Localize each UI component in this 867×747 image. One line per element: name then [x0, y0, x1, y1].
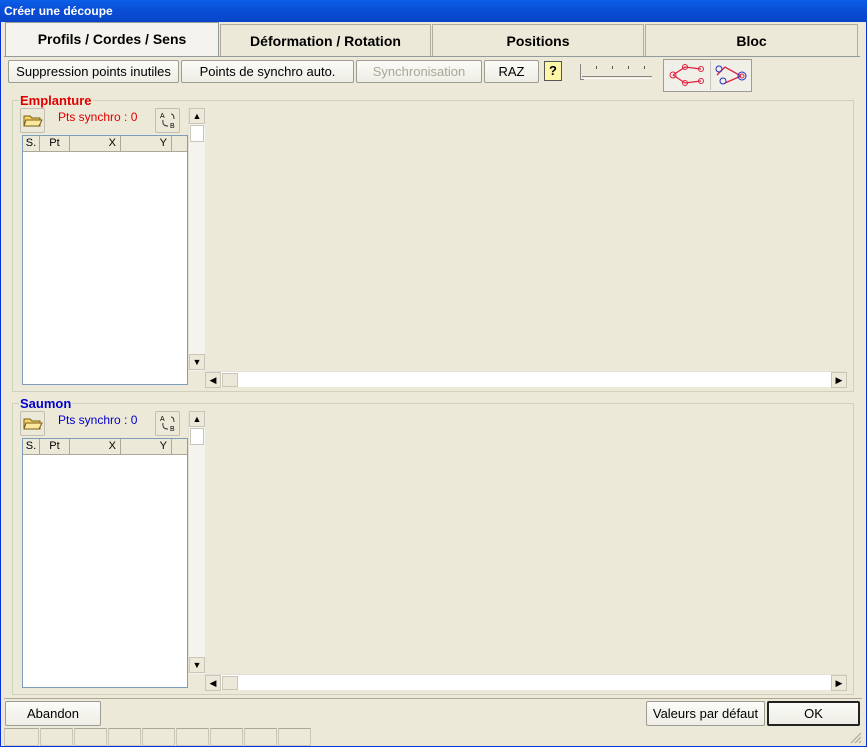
column-header-pt[interactable]: Pt	[40, 136, 70, 152]
split-profile-icon[interactable]	[665, 61, 709, 90]
sync-button[interactable]: Synchronisation	[356, 60, 482, 83]
tab-deformation[interactable]: Déformation / Rotation	[220, 24, 431, 57]
svg-text:A: A	[160, 416, 165, 423]
scroll-left-button[interactable]: ◀	[205, 675, 221, 691]
emplanture-profile-canvas[interactable]	[205, 108, 850, 370]
status-cell	[4, 728, 39, 746]
scroll-thumb[interactable]	[222, 373, 238, 387]
emplanture-title: Emplanture	[19, 93, 93, 108]
profile-icon-group	[663, 59, 752, 92]
slider-thumb[interactable]	[580, 64, 584, 80]
scroll-up-button[interactable]: ▲	[189, 108, 205, 124]
open-folder-icon[interactable]	[20, 108, 45, 133]
swap-ab-icon[interactable]: AB	[155, 411, 180, 436]
merge-profile-icon[interactable]	[710, 61, 751, 90]
scroll-up-button[interactable]: ▲	[189, 411, 205, 427]
swap-ab-icon[interactable]: AB	[155, 108, 180, 133]
column-header-s[interactable]: S.	[23, 439, 40, 455]
tab-divider	[4, 56, 860, 57]
status-cell	[210, 728, 243, 746]
scroll-right-button[interactable]: ▶	[831, 675, 847, 691]
saumon-sync-count: Pts synchro : 0	[58, 413, 138, 427]
status-cell	[40, 728, 73, 746]
scroll-down-button[interactable]: ▼	[189, 354, 205, 370]
column-header-y[interactable]: Y	[121, 439, 172, 455]
scroll-right-button[interactable]: ▶	[831, 372, 847, 388]
status-cell	[244, 728, 277, 746]
status-cell	[278, 728, 311, 746]
tab-bloc[interactable]: Bloc	[645, 24, 858, 57]
emplanture-sync-count: Pts synchro : 0	[58, 110, 138, 124]
tab-positions[interactable]: Positions	[432, 24, 644, 57]
saumon-vertical-scrollbar[interactable]: ▲ ▼	[188, 411, 205, 674]
scroll-down-button[interactable]: ▼	[189, 657, 205, 673]
saumon-title: Saumon	[19, 396, 73, 411]
emplanture-horizontal-scrollbar[interactable]: ◀ ▶	[205, 371, 847, 388]
column-header-empty	[172, 136, 187, 152]
resize-grip-icon[interactable]	[848, 730, 862, 744]
title-bar: Créer une découpe	[0, 0, 867, 22]
column-header-x[interactable]: X	[70, 439, 121, 455]
emplanture-points-list[interactable]: S. Pt X Y	[22, 135, 188, 385]
ok-button[interactable]: OK	[767, 701, 860, 726]
status-cell	[74, 728, 107, 746]
emplanture-vertical-scrollbar[interactable]: ▲ ▼	[188, 108, 205, 371]
default-values-button[interactable]: Valeurs par défaut	[646, 701, 765, 726]
column-header-s[interactable]: S.	[23, 136, 40, 152]
saumon-horizontal-scrollbar[interactable]: ◀ ▶	[205, 674, 847, 691]
saumon-points-list[interactable]: S. Pt X Y	[22, 438, 188, 688]
scroll-left-button[interactable]: ◀	[205, 372, 221, 388]
tab-profils[interactable]: Profils / Cordes / Sens	[5, 22, 219, 57]
open-folder-icon[interactable]	[20, 411, 45, 436]
column-header-pt[interactable]: Pt	[40, 439, 70, 455]
saumon-profile-canvas[interactable]	[205, 411, 850, 673]
svg-text:A: A	[160, 113, 165, 120]
scroll-thumb[interactable]	[222, 676, 238, 690]
column-header-empty	[172, 439, 187, 455]
svg-text:B: B	[170, 123, 175, 130]
zoom-slider[interactable]	[578, 62, 656, 84]
status-cell	[142, 728, 175, 746]
status-cell	[176, 728, 209, 746]
remove-points-button[interactable]: Suppression points inutiles	[8, 60, 179, 83]
abandon-button[interactable]: Abandon	[5, 701, 101, 726]
column-header-x[interactable]: X	[70, 136, 121, 152]
auto-sync-button[interactable]: Points de synchro auto.	[181, 60, 354, 83]
scroll-thumb[interactable]	[190, 125, 204, 142]
question-mark-icon[interactable]: ?	[544, 61, 562, 81]
reset-button[interactable]: RAZ	[484, 60, 539, 83]
svg-text:B: B	[170, 426, 175, 433]
status-cell	[108, 728, 141, 746]
footer-divider	[4, 698, 862, 699]
column-header-y[interactable]: Y	[121, 136, 172, 152]
scroll-thumb[interactable]	[190, 428, 204, 445]
